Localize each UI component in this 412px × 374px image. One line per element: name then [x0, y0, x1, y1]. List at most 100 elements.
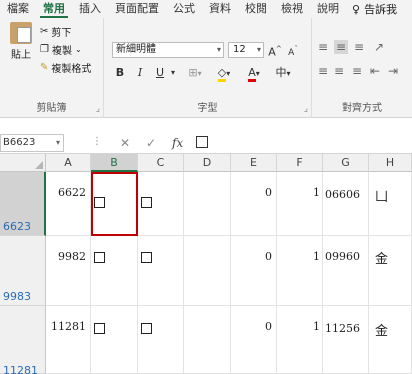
cut-button[interactable]: ✂ 剪下 [40, 24, 71, 39]
italic-button[interactable]: I [132, 64, 148, 82]
align-top-icon[interactable]: ≡ [318, 40, 328, 54]
tab-home[interactable]: 常用 [36, 0, 72, 18]
insert-function-icon[interactable]: fx [172, 136, 183, 150]
chevron-down-icon[interactable]: ▾ [168, 64, 178, 82]
column-header-g[interactable]: G [323, 154, 369, 172]
tab-page-layout[interactable]: 頁面配置 [108, 0, 166, 18]
tell-me-box[interactable]: ♀ 告訴我 [346, 1, 397, 17]
dialog-launcher-icon[interactable]: ⌟ [96, 104, 100, 114]
tab-data[interactable]: 資料 [202, 0, 238, 18]
table-cell[interactable]: 金 [369, 306, 412, 374]
table-cell[interactable] [184, 236, 231, 306]
chevron-down-icon: ⌄ [74, 45, 82, 54]
shrink-font-button[interactable]: Aˇ [286, 40, 300, 58]
table-cell[interactable]: 11256 [323, 306, 369, 374]
tab-review[interactable]: 校閱 [238, 0, 274, 18]
ribbon-tab-bar: 檔案 常用 插入 頁面配置 公式 資料 校閱 檢視 說明 ♀ 告訴我 [0, 0, 412, 18]
column-header-f[interactable]: F [277, 154, 323, 172]
formula-bar: B6623 ▾ ⋮ ✕ ✓ fx [0, 132, 412, 154]
table-cell[interactable]: 1 [277, 306, 323, 374]
table-cell[interactable] [91, 236, 138, 306]
table-cell[interactable] [138, 306, 184, 374]
grow-font-button[interactable]: A^ [268, 40, 282, 59]
align-center-icon[interactable]: ≡ [334, 64, 344, 78]
align-bottom-icon[interactable]: ≡ [354, 40, 364, 54]
align-middle-icon[interactable]: ≡ [334, 40, 349, 54]
table-cell[interactable]: 0 [231, 236, 277, 306]
font-group-label: 字型 [197, 103, 218, 114]
tab-insert[interactable]: 插入 [72, 0, 108, 18]
column-header-c[interactable]: C [138, 154, 184, 172]
format-painter-button[interactable]: ✎ 複製格式 [40, 60, 91, 75]
column-header-a[interactable]: A [46, 154, 91, 172]
tab-formulas[interactable]: 公式 [166, 0, 202, 18]
table-cell[interactable]: 9982 [46, 236, 91, 306]
border-icon: ⊞ [188, 66, 198, 79]
table-cell[interactable]: 凵 [369, 172, 412, 236]
table-cell[interactable]: 金 [369, 236, 412, 306]
table-cell[interactable]: 09960 [323, 236, 369, 306]
tell-me-label: 告訴我 [364, 3, 398, 16]
align-right-icon[interactable]: ≡ [352, 64, 362, 78]
select-all-button[interactable] [0, 154, 46, 172]
chevron-down-icon: ▾ [216, 45, 221, 54]
increase-indent-icon[interactable]: ⇥ [388, 64, 398, 78]
table-cell[interactable]: 11281 [46, 306, 91, 374]
font-name-select[interactable]: 新細明體 ▾ [112, 42, 224, 58]
clipboard-icon [10, 22, 32, 44]
row-header[interactable]: 6623 [0, 172, 46, 236]
clipboard-group-label: 剪貼簿 [36, 103, 67, 114]
alignment-group-label: 對齊方式 [342, 103, 382, 114]
table-cell[interactable] [184, 306, 231, 374]
decrease-indent-icon[interactable]: ⇤ [370, 64, 380, 78]
scissors-icon: ✂ [40, 26, 49, 37]
font-size-select[interactable]: 12 ▾ [228, 42, 264, 58]
chevron-down-icon: ▾ [55, 138, 60, 147]
table-cell[interactable]: 0 [231, 172, 277, 236]
table-cell[interactable] [138, 236, 184, 306]
align-left-icon[interactable]: ≡ [318, 64, 328, 78]
name-box[interactable]: B6623 ▾ [0, 134, 64, 152]
font-color-button[interactable]: A▾ [242, 64, 266, 82]
cancel-icon[interactable]: ✕ [120, 136, 130, 150]
column-header-b[interactable]: B [91, 154, 138, 172]
formula-input[interactable] [196, 136, 208, 148]
copy-button[interactable]: ❐ 複製 ⌄ [40, 42, 82, 57]
more-options-icon: ⋮ [92, 136, 102, 147]
table-cell[interactable]: 6622 [46, 172, 91, 236]
underline-button[interactable]: U [152, 64, 168, 82]
bold-button[interactable]: B [112, 64, 128, 82]
checkbox-glyph [141, 252, 152, 263]
checkbox-glyph [141, 323, 152, 334]
ribbon: 貼上 ✂ 剪下 ❐ 複製 ⌄ ✎ 複製格式 剪貼簿 ⌟ 新細明體 ▾ 12 ▾ … [0, 18, 412, 118]
checkbox-glyph [94, 252, 105, 263]
row-header[interactable]: 9983 [0, 236, 46, 306]
paste-button[interactable]: 貼上 [6, 22, 36, 61]
tab-view[interactable]: 檢視 [274, 0, 310, 18]
dialog-launcher-icon[interactable]: ⌟ [304, 104, 308, 114]
tab-help[interactable]: 說明 [310, 0, 346, 18]
table-cell[interactable]: 06606 [323, 172, 369, 236]
phonetic-button[interactable]: 中▾ [272, 64, 294, 82]
paste-label: 貼上 [11, 50, 31, 61]
enter-icon[interactable]: ✓ [146, 136, 156, 150]
table-cell[interactable] [91, 306, 138, 374]
table-cell[interactable] [184, 172, 231, 236]
column-header-e[interactable]: E [231, 154, 277, 172]
fill-color-button[interactable]: ◇▾ [212, 64, 236, 82]
column-header-d[interactable]: D [184, 154, 231, 172]
alignment-group: ≡ ≡ ≡ ↗ ≡ ≡ ≡ ⇤ ⇥ 對齊方式 [312, 18, 412, 118]
tab-file[interactable]: 檔案 [0, 0, 36, 18]
brush-icon: ✎ [40, 62, 49, 73]
table-cell[interactable]: 1 [277, 236, 323, 306]
column-header-h[interactable]: H [369, 154, 412, 172]
table-cell[interactable] [138, 172, 184, 236]
row-header[interactable]: 11281 [0, 306, 46, 374]
border-button[interactable]: ⊞▾ [184, 64, 206, 82]
active-cell-selection [91, 172, 138, 236]
orientation-icon[interactable]: ↗ [374, 40, 384, 54]
font-group: 新細明體 ▾ 12 ▾ A^ Aˇ B I U ▾ ⊞▾ ◇▾ A▾ 中▾ 字型… [104, 18, 312, 118]
table-cell[interactable]: 0 [231, 306, 277, 374]
table-cell[interactable]: 1 [277, 172, 323, 236]
copy-icon: ❐ [40, 44, 49, 55]
